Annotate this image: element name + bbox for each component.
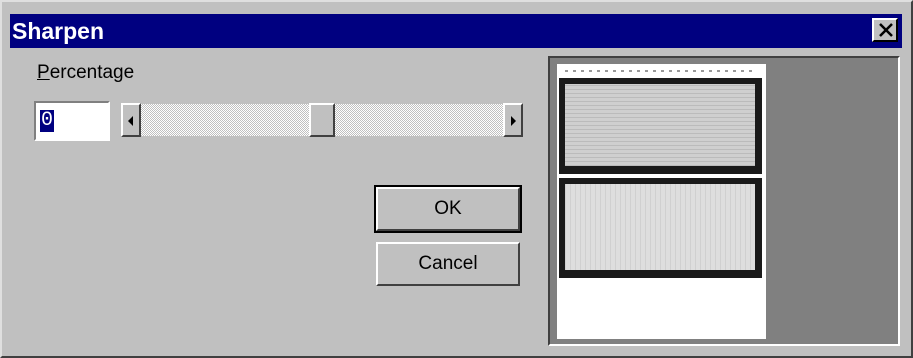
slider-right-button[interactable] (503, 103, 523, 137)
preview-pane (548, 56, 900, 346)
dialog-title: Sharpen (12, 18, 105, 44)
percentage-slider[interactable] (121, 101, 523, 139)
percentage-label: Percentage (37, 62, 135, 83)
slider-left-button[interactable] (121, 103, 141, 137)
percentage-value: 0 (40, 109, 55, 132)
percentage-input[interactable]: 0 (34, 101, 110, 141)
title-bar[interactable]: Sharpen (10, 14, 902, 48)
preview-check-back (559, 178, 762, 278)
ok-button[interactable]: OK (374, 185, 522, 233)
close-button[interactable] (872, 18, 898, 42)
close-icon (879, 23, 893, 37)
arrow-left-icon (128, 116, 133, 126)
preview-page (557, 64, 766, 339)
preview-header-line (565, 70, 755, 72)
cancel-button[interactable]: Cancel (376, 242, 520, 286)
slider-thumb[interactable] (309, 103, 335, 137)
arrow-right-icon (511, 116, 516, 126)
preview-check-front (559, 78, 762, 174)
